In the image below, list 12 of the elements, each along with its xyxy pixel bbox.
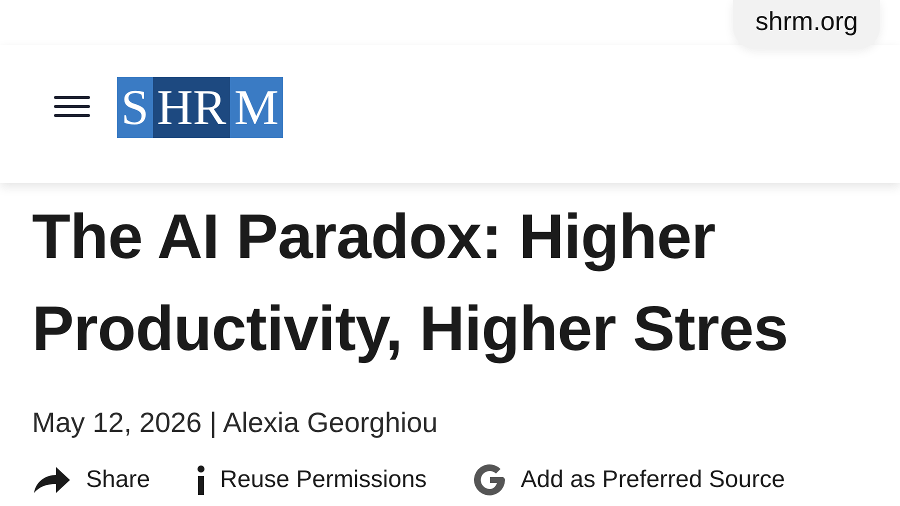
- article-title: The AI Paradox: Higher: [32, 201, 716, 274]
- url-pill[interactable]: shrm.org: [733, 0, 880, 49]
- info-icon: [196, 465, 206, 495]
- curved-arrow-icon: [32, 465, 72, 495]
- g-letter-icon: [472, 463, 507, 497]
- article-title: Productivity, Higher Stres: [32, 293, 788, 366]
- google-link[interactable]: Add as Preferred Source: [472, 463, 785, 497]
- share-link[interactable]: Share: [32, 465, 150, 495]
- byline: May 12, 2026 | Alexia Georghiou: [32, 407, 439, 439]
- info-link[interactable]: Reuse Permissions: [196, 465, 427, 495]
- site-logo[interactable]: S HR M: [117, 76, 283, 138]
- menu-icon[interactable]: [54, 96, 90, 118]
